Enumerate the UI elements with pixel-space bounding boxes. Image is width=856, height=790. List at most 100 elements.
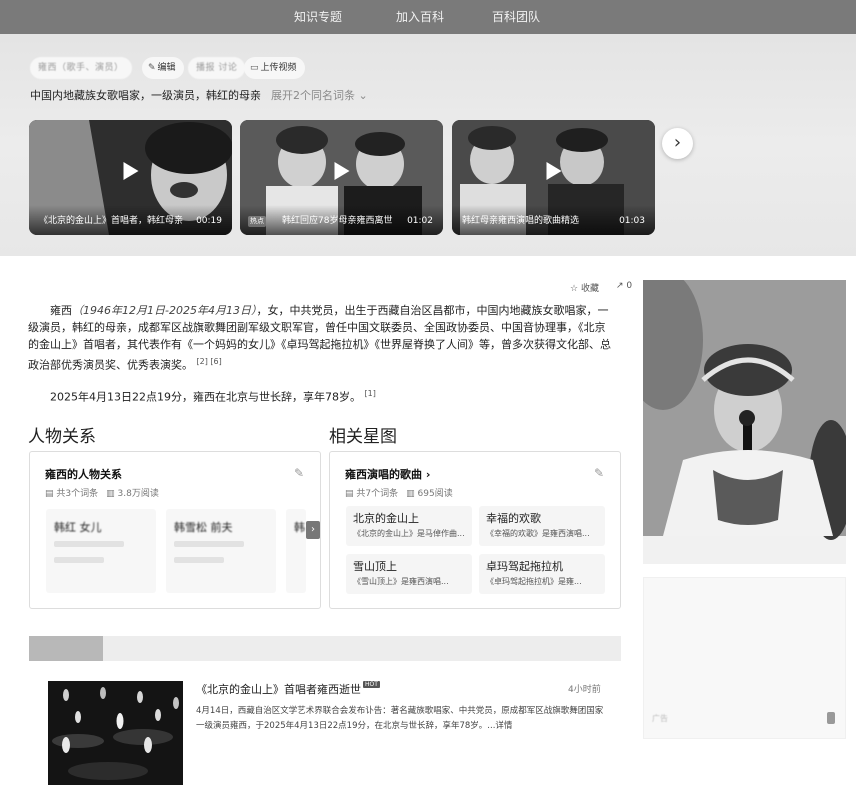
portrait-image (643, 280, 846, 564)
video-card[interactable]: 韩红母亲雍西演唱的歌曲精选 01:03 (452, 120, 655, 235)
songs-box: 雍西演唱的歌曲 › ✎ ▤ 共7个词条 ▥ 695阅读 北京的金山上 《北京的金山… (329, 451, 621, 609)
stars-section-title: 相关星图 (329, 427, 397, 447)
entry-tag-blurred: 播报 讨论 (188, 57, 246, 79)
news-title-text: 《北京的金山上》首唱者雍西逝世 (196, 683, 361, 696)
ad-text: 广告 (652, 714, 668, 723)
hot-badge: HOT (363, 681, 380, 688)
video-duration: 01:03 (619, 216, 645, 226)
relations-section-title: 人物关系 (28, 427, 96, 447)
news-time: 4小时前 (568, 685, 601, 695)
expand-homonyms-link[interactable]: 展开2个同名词条 ⌄ (271, 89, 368, 102)
relation-card[interactable]: 韩 (286, 509, 306, 593)
placeholder-line (174, 557, 224, 563)
song-desc: 《北京的金山上》是马倬作曲... (353, 529, 465, 538)
entry-count: 共3个词条 (56, 489, 99, 499)
ad-box[interactable]: 广告 (643, 577, 846, 739)
nav-item-knowledge[interactable]: 知识专题 (294, 0, 342, 34)
death-paragraph: 2025年4月13日22点19分，雍西在北京与世长辞，享年78岁。 [1] (28, 385, 614, 406)
song-desc: 《卓玛驾起拖拉机》是雍... (486, 577, 582, 586)
relations-next-button[interactable]: › (306, 521, 320, 539)
edit-icon[interactable]: ✎ (594, 466, 604, 480)
song-card[interactable]: 卓玛驾起拖拉机 《卓玛驾起拖拉机》是雍... (479, 554, 605, 594)
entry-portrait[interactable] (643, 280, 846, 564)
song-title: 幸福的欢歌 (486, 512, 541, 525)
relations-box: 雍西的人物关系 ✎ ▤ 共3个词条 ▥ 3.8万阅读 韩红 女儿 韩雪松 前夫 韩 (29, 451, 321, 609)
book-icon: ▥ (106, 489, 115, 499)
news-description[interactable]: 4月14日，西藏自治区文学艺术界联合会发布讣告：著名藏族歌唱家、中共党员，原成都… (196, 704, 606, 734)
relation-name: 韩 (294, 521, 305, 534)
nav-item-team[interactable]: 百科团队 (492, 0, 540, 34)
news-tab-marker (29, 636, 103, 661)
relation-card[interactable]: 韩红 女儿 (46, 509, 156, 593)
share-button[interactable]: ↗ 0 (616, 281, 632, 291)
entry-header: 雍西（歌手、演员） ✎ 编辑 播报 讨论 ▭ 上传视频 中国内地藏族女歌唱家，一级演… (0, 34, 856, 256)
song-title: 雪山顶上 (353, 560, 397, 573)
relation-card[interactable]: 韩雪松 前夫 (166, 509, 276, 593)
relation-name: 韩红 女儿 (54, 521, 102, 534)
reference-link[interactable]: [1] (364, 389, 375, 398)
placeholder-line (54, 557, 104, 563)
death-text: 2025年4月13日22点19分，雍西在北京与世长辞，享年78岁。 (50, 390, 361, 404)
video-duration: 00:19 (196, 216, 222, 226)
relation-name: 韩雪松 前夫 (174, 521, 233, 534)
intro-paragraph: 雍西（1946年12月1日-2025年4月13日），女，中共党员，出生于西藏自治… (28, 302, 614, 374)
top-nav: 知识专题 加入百科 百科团队 (0, 0, 856, 34)
songs-meta: ▤ 共7个词条 ▥ 695阅读 (345, 486, 453, 499)
video-camera-icon: ▭ (250, 63, 259, 73)
songs-box-title-text: 雍西演唱的歌曲 (345, 468, 422, 481)
news-header-bar (29, 636, 621, 661)
candles-image (48, 681, 183, 785)
nav-item-join[interactable]: 加入百科 (396, 0, 444, 34)
play-icon (546, 162, 561, 180)
hot-badge: 热点 (248, 216, 266, 227)
song-desc: 《幸福的欢歌》是雍西演唱... (486, 529, 590, 538)
upload-video-button[interactable]: ▭ 上传视频 (244, 57, 305, 79)
edit-button[interactable]: ✎ 编辑 (142, 57, 184, 79)
edit-label: 编辑 (157, 63, 176, 73)
video-title: 韩红母亲雍西演唱的歌曲精选 (462, 216, 580, 226)
video-title: 《北京的金山上》首唱者，韩红母亲 (39, 216, 184, 226)
ad-close-icon[interactable] (827, 712, 835, 724)
relations-box-title[interactable]: 雍西的人物关系 (45, 466, 122, 482)
chevron-right-icon: › (673, 132, 682, 153)
collect-label: 收藏 (580, 284, 599, 294)
news-title[interactable]: 《北京的金山上》首唱者雍西逝世 HOT (196, 681, 380, 697)
share-icon: ↗ (616, 281, 624, 291)
song-card[interactable]: 北京的金山上 《北京的金山上》是马倬作曲... (346, 506, 472, 546)
chevron-right-icon: › (311, 524, 315, 535)
pencil-icon: ✎ (148, 63, 156, 73)
song-card[interactable]: 雪山顶上 《雪山顶上》是雍西演唱... (346, 554, 472, 594)
book-icon: ▥ (406, 489, 415, 499)
share-count: 0 (626, 281, 633, 291)
doc-icon: ▤ (45, 489, 54, 499)
song-card[interactable]: 幸福的欢歌 《幸福的欢歌》是雍西演唱... (479, 506, 605, 546)
expand-label: 展开2个同名词条 (271, 89, 355, 102)
news-thumbnail[interactable] (48, 681, 183, 785)
collect-button[interactable]: ☆ 收藏 (570, 281, 599, 294)
play-icon (123, 162, 138, 180)
video-card[interactable]: 《北京的金山上》首唱者，韩红母亲 00:19 (29, 120, 232, 235)
read-count: 695阅读 (417, 489, 453, 499)
doc-icon: ▤ (345, 489, 354, 499)
placeholder-line (54, 541, 124, 547)
placeholder-line (174, 541, 244, 547)
chevron-right-icon: › (425, 468, 431, 481)
star-icon: ☆ (570, 284, 579, 294)
songs-box-title[interactable]: 雍西演唱的歌曲 › (345, 466, 430, 482)
lead-name: 雍西 (50, 304, 72, 317)
read-count: 3.8万阅读 (117, 489, 159, 499)
entry-summary: 中国内地藏族女歌唱家，一级演员，韩红的母亲 展开2个同名词条 ⌄ (30, 87, 368, 103)
song-title: 北京的金山上 (353, 512, 419, 525)
edit-icon[interactable]: ✎ (294, 466, 304, 480)
summary-text: 中国内地藏族女歌唱家，一级演员，韩红的母亲 (30, 89, 261, 102)
reference-link[interactable]: [2] [6] (197, 357, 222, 366)
upload-video-label: 上传视频 (260, 63, 297, 73)
relations-meta: ▤ 共3个词条 ▥ 3.8万阅读 (45, 486, 159, 499)
video-duration: 01:02 (407, 216, 433, 226)
song-title: 卓玛驾起拖拉机 (486, 560, 563, 573)
chevron-down-icon: ⌄ (358, 89, 368, 102)
carousel-next-button[interactable]: › (662, 128, 693, 159)
entry-title-blurred: 雍西（歌手、演员） (30, 57, 132, 79)
video-card[interactable]: 热点 韩红回应78岁母亲雍西离世 01:02 (240, 120, 443, 235)
play-icon (334, 162, 349, 180)
